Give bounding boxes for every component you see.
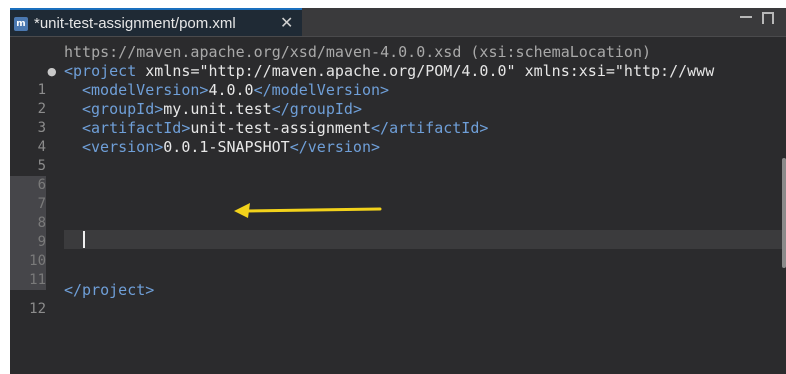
tab-pom-xml[interactable]: m *unit-test-assignment/pom.xml ✕ — [10, 8, 302, 36]
code-line-6[interactable]: 6 — [10, 157, 786, 195]
schema-location-hint: https://maven.apache.org/xsd/maven-4.0.0… — [64, 43, 651, 61]
minimize-icon[interactable] — [740, 9, 752, 21]
line-content: <artifactId>unit-test-assignment</artifa… — [82, 119, 489, 137]
fold-marker-icon[interactable]: ● — [47, 62, 57, 81]
code-line-5[interactable]: 5 <version>0.0.1-SNAPSHOT</version> — [10, 138, 786, 174]
line-content: </project> — [64, 281, 155, 299]
annotation-arrow-icon — [234, 203, 382, 218]
line-content: <project xmlns="http://maven.apache.org/… — [64, 62, 715, 80]
code-line-1[interactable]: 1 ● <project xmlns="http://maven.apache.… — [10, 62, 786, 98]
code-line-7[interactable]: 7 — [10, 176, 786, 214]
code-line-3[interactable]: 3 <groupId>my.unit.test</groupId> — [10, 100, 786, 136]
tab-title: *unit-test-assignment/pom.xml — [34, 15, 236, 32]
tab-bar: m *unit-test-assignment/pom.xml ✕ — [10, 8, 786, 37]
code-line-12[interactable]: 12 </project> — [10, 281, 786, 317]
maximize-icon[interactable] — [762, 12, 774, 24]
vertical-scrollbar[interactable] — [782, 158, 786, 268]
maven-file-icon: m — [14, 17, 28, 31]
code-line-8[interactable]: 8 — [10, 195, 786, 233]
line-content: <version>0.0.1-SNAPSHOT</version> — [82, 138, 381, 156]
text-caret — [83, 231, 85, 248]
close-icon[interactable]: ✕ — [280, 13, 293, 32]
code-line-4[interactable]: 4 <artifactId>unit-test-assignment</arti… — [10, 119, 786, 155]
code-line-2[interactable]: 2 <modelVersion>4.0.0</modelVersion> — [10, 81, 786, 117]
code-line-9[interactable]: 9 — [10, 214, 786, 252]
line-number: 12 — [29, 301, 46, 317]
code-line-10[interactable]: 10 — [10, 233, 786, 271]
line-content: <modelVersion>4.0.0</modelVersion> — [82, 81, 390, 99]
editor-window: m *unit-test-assignment/pom.xml ✕ https:… — [10, 8, 786, 374]
schema-hint-line: https://maven.apache.org/xsd/maven-4.0.0… — [10, 43, 786, 62]
code-editor[interactable]: https://maven.apache.org/xsd/maven-4.0.0… — [10, 37, 786, 374]
code-line-11[interactable]: 11 — [10, 252, 786, 290]
line-content: <groupId>my.unit.test</groupId> — [82, 100, 362, 118]
